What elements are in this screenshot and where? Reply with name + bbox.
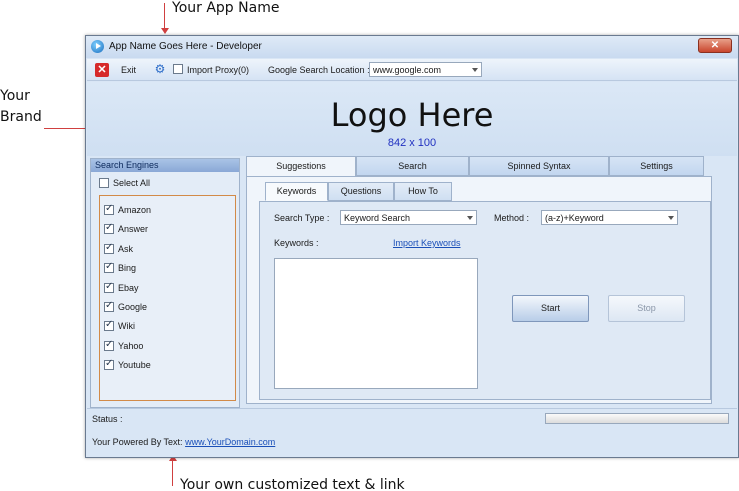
search-location-select[interactable]: www.google.com bbox=[369, 62, 482, 77]
engine-label: Ebay bbox=[118, 283, 139, 293]
method-label: Method : bbox=[494, 213, 530, 223]
close-button[interactable]: ✕ bbox=[698, 38, 732, 53]
engine-yahoo[interactable]: Yahoo bbox=[104, 339, 144, 351]
method-select[interactable]: (a-z)+Keyword bbox=[541, 210, 678, 225]
app-play-icon bbox=[91, 40, 104, 53]
engine-label: Answer bbox=[118, 224, 149, 234]
engine-label: Bing bbox=[118, 263, 137, 273]
engine-bing[interactable]: Bing bbox=[104, 261, 137, 273]
callout-app-name: Your App Name bbox=[172, 0, 280, 16]
search-location-label: Google Search Location : bbox=[268, 65, 370, 75]
callout-custom-arrow bbox=[172, 460, 173, 486]
keywords-textarea[interactable] bbox=[274, 258, 478, 389]
engine-checkbox[interactable] bbox=[104, 203, 114, 215]
subtab-questions[interactable]: Questions bbox=[328, 182, 394, 201]
title-bar[interactable]: App Name Goes Here - Developer ✕ bbox=[86, 36, 738, 58]
engine-answer[interactable]: Answer bbox=[104, 222, 149, 234]
exit-button[interactable]: Exit bbox=[121, 65, 136, 75]
chevron-down-icon bbox=[472, 68, 478, 72]
toolbar: ✕ Exit ⚙ Import Proxy(0) Google Search L… bbox=[87, 59, 737, 81]
callout-brand-line2: Brand bbox=[0, 109, 42, 125]
engine-ebay[interactable]: Ebay bbox=[104, 281, 139, 293]
status-label: Status : bbox=[92, 414, 123, 424]
callout-brand-line1: Your bbox=[0, 88, 30, 104]
suggestions-panel: Keywords Questions How To Search Type : … bbox=[246, 176, 712, 404]
engine-label: Yahoo bbox=[118, 341, 144, 351]
method-value: (a-z)+Keyword bbox=[545, 213, 604, 223]
engine-checkbox[interactable] bbox=[104, 339, 114, 351]
search-type-select[interactable]: Keyword Search bbox=[340, 210, 477, 225]
engine-label: Amazon bbox=[118, 205, 152, 215]
chevron-down-icon bbox=[467, 216, 473, 220]
import-proxy-checkbox[interactable] bbox=[173, 64, 183, 74]
progress-bar bbox=[545, 413, 729, 424]
engine-checkbox[interactable] bbox=[104, 242, 114, 254]
window-title: App Name Goes Here - Developer bbox=[109, 41, 262, 52]
callout-app-name-arrowhead bbox=[161, 28, 169, 34]
engine-youtube[interactable]: Youtube bbox=[104, 358, 151, 370]
search-type-value: Keyword Search bbox=[344, 213, 411, 223]
status-bar: Status : bbox=[87, 408, 737, 428]
start-button[interactable]: Start bbox=[512, 295, 589, 322]
engine-ask[interactable]: Ask bbox=[104, 242, 134, 254]
engine-label: Google bbox=[118, 302, 148, 312]
exit-icon[interactable]: ✕ bbox=[95, 63, 109, 77]
logo-size: 842 x 100 bbox=[387, 137, 437, 149]
tab-suggestions[interactable]: Suggestions bbox=[246, 156, 356, 177]
select-all-checkbox[interactable]: Select All bbox=[99, 178, 150, 188]
callout-brand: Your Brand bbox=[0, 86, 42, 128]
subtab-how-to[interactable]: How To bbox=[394, 182, 452, 201]
engine-wiki[interactable]: Wiki bbox=[104, 319, 135, 331]
powered-by-text: Your Powered By Text: bbox=[92, 437, 183, 447]
engine-label: Youtube bbox=[118, 360, 151, 370]
engine-amazon[interactable]: Amazon bbox=[104, 203, 152, 215]
import-proxy-label: Import Proxy(0) bbox=[187, 65, 250, 75]
logo-text: Logo Here bbox=[330, 96, 494, 134]
engine-checkbox[interactable] bbox=[104, 281, 114, 293]
engine-label: Ask bbox=[118, 244, 134, 254]
import-keywords-link[interactable]: Import Keywords bbox=[393, 238, 461, 248]
app-window: App Name Goes Here - Developer ✕ ✕ Exit … bbox=[85, 35, 739, 458]
brand-area: Logo Here 842 x 100 bbox=[87, 82, 737, 156]
engine-checkbox[interactable] bbox=[104, 222, 114, 234]
keywords-label: Keywords : bbox=[274, 238, 319, 248]
engine-checkbox[interactable] bbox=[104, 319, 114, 331]
tab-spinned-syntax[interactable]: Spinned Syntax bbox=[469, 156, 609, 176]
main-tabs-area: Suggestions Search Spinned Syntax Settin… bbox=[246, 156, 736, 406]
search-location-value: www.google.com bbox=[373, 65, 442, 75]
callout-app-name-arrow bbox=[164, 3, 165, 29]
search-engines-header: Search Engines bbox=[91, 159, 239, 172]
tab-search[interactable]: Search bbox=[356, 156, 469, 176]
powered-by: Your Powered By Text: www.YourDomain.com bbox=[92, 437, 275, 447]
search-type-label: Search Type : bbox=[274, 213, 330, 223]
engine-checkbox[interactable] bbox=[104, 300, 114, 312]
stop-button[interactable]: Stop bbox=[608, 295, 685, 322]
proxy-icon[interactable]: ⚙ bbox=[153, 62, 167, 76]
powered-by-link[interactable]: www.YourDomain.com bbox=[185, 437, 275, 447]
keywords-panel: Search Type : Keyword Search Method : (a… bbox=[259, 201, 711, 400]
engine-google[interactable]: Google bbox=[104, 300, 148, 312]
select-all-box[interactable] bbox=[99, 178, 109, 188]
tab-settings[interactable]: Settings bbox=[609, 156, 704, 176]
subtab-keywords[interactable]: Keywords bbox=[265, 182, 328, 201]
search-engines-panel: Search Engines Select All Amazon Answer … bbox=[90, 158, 240, 408]
engine-checkbox[interactable] bbox=[104, 358, 114, 370]
engine-checkbox[interactable] bbox=[104, 261, 114, 273]
chevron-down-icon bbox=[668, 216, 674, 220]
engine-label: Wiki bbox=[118, 321, 135, 331]
search-engine-list: Amazon Answer Ask Bing Ebay Google Wiki … bbox=[99, 195, 236, 401]
callout-custom-text: Your own customized text & link bbox=[180, 477, 405, 491]
select-all-label: Select All bbox=[113, 178, 151, 188]
